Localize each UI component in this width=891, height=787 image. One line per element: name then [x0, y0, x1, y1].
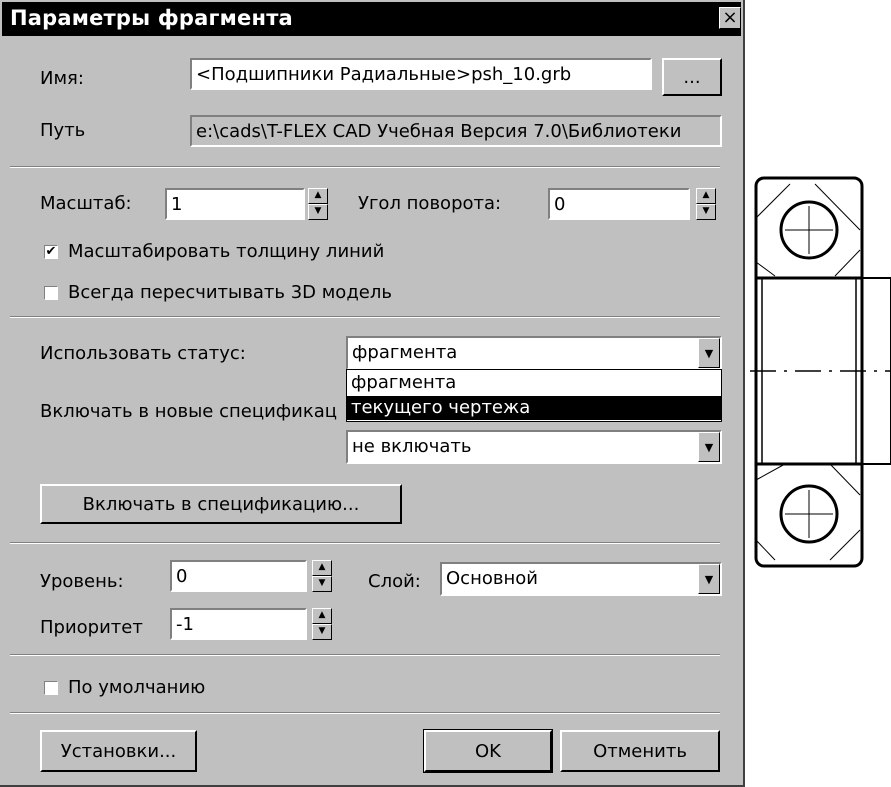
- spin-down-icon[interactable]: ▼: [312, 624, 332, 640]
- cancel-label: Отменить: [593, 740, 687, 762]
- priority-label: Приоритет: [40, 617, 143, 638]
- spin-down-icon[interactable]: ▼: [696, 204, 716, 220]
- fragment-parameters-dialog: Параметры фрагмента × Имя: <Подшипники Р…: [0, 0, 745, 787]
- status-dropdown-list: фрагмента текущего чертежа: [346, 369, 722, 422]
- dialog-title: Параметры фрагмента: [10, 6, 293, 30]
- bearing-drawing: [750, 176, 891, 568]
- angle-value: 0: [554, 194, 566, 215]
- scale-label: Масштаб:: [40, 193, 132, 214]
- spin-down-icon[interactable]: ▼: [308, 204, 328, 220]
- use-status-combobox[interactable]: фрагмента ▼: [346, 336, 722, 370]
- recalc-3d-checkbox[interactable]: [44, 286, 58, 300]
- scale-lines-checkbox[interactable]: ✔: [44, 245, 58, 259]
- angle-label: Угол поворота:: [358, 193, 502, 214]
- recalc-3d-label[interactable]: Всегда пересчитывать 3D модель: [68, 282, 392, 303]
- separator-2: [10, 316, 720, 318]
- scale-spinner[interactable]: ▲ ▼: [308, 188, 328, 220]
- priority-spinner[interactable]: ▲ ▼: [312, 608, 332, 640]
- chevron-down-icon[interactable]: ▼: [698, 564, 720, 594]
- spin-up-icon[interactable]: ▲: [696, 188, 716, 204]
- separator-5: [10, 712, 720, 714]
- spin-up-icon[interactable]: ▲: [308, 188, 328, 204]
- close-button[interactable]: ×: [719, 7, 741, 29]
- settings-label: Установки...: [60, 740, 177, 762]
- layer-value: Основной: [446, 568, 538, 589]
- spin-down-icon[interactable]: ▼: [312, 576, 332, 592]
- separator-4: [10, 654, 720, 656]
- use-status-label: Использовать статус:: [40, 343, 246, 364]
- dropdown-option-current-drawing[interactable]: текущего чертежа: [347, 396, 721, 420]
- layer-combobox[interactable]: Основной ▼: [440, 562, 722, 596]
- default-label[interactable]: По умолчанию: [68, 677, 205, 698]
- ok-label: OK: [475, 740, 501, 762]
- separator-3: [10, 542, 720, 544]
- include-new-spec-label: Включать в новые спецификац: [40, 401, 338, 422]
- priority-field[interactable]: -1: [170, 608, 307, 640]
- settings-button[interactable]: Установки...: [40, 730, 197, 772]
- spec-combo-value: не включать: [352, 436, 472, 457]
- path-value: e:\cads\T-FLEX CAD Учебная Версия 7.0\Би…: [196, 121, 682, 142]
- path-field: e:\cads\T-FLEX CAD Учебная Версия 7.0\Би…: [190, 115, 722, 147]
- close-icon: ×: [722, 7, 738, 28]
- angle-field[interactable]: 0: [548, 188, 690, 220]
- chevron-down-icon[interactable]: ▼: [698, 432, 720, 462]
- checkmark-icon: ✔: [45, 244, 57, 259]
- cancel-button[interactable]: Отменить: [560, 730, 720, 772]
- ok-button[interactable]: OK: [423, 729, 553, 773]
- level-field[interactable]: 0: [170, 560, 307, 592]
- scale-value: 1: [171, 194, 183, 215]
- name-value: <Подшипники Радиальные>psh_10.grb: [196, 64, 572, 85]
- name-field[interactable]: <Подшипники Радиальные>psh_10.grb: [190, 58, 652, 90]
- spin-up-icon[interactable]: ▲: [312, 608, 332, 624]
- browse-label: ...: [683, 66, 701, 88]
- separator-1: [10, 166, 720, 168]
- browse-button[interactable]: ...: [662, 58, 722, 96]
- chevron-down-icon[interactable]: ▼: [698, 338, 720, 368]
- name-label: Имя:: [40, 68, 84, 89]
- level-label: Уровень:: [40, 571, 124, 592]
- dropdown-option-fragment[interactable]: фрагмента: [347, 371, 721, 395]
- level-value: 0: [176, 566, 188, 587]
- include-spec-label: Включать в спецификацию...: [82, 493, 360, 515]
- layer-label: Слой:: [368, 571, 421, 592]
- spin-up-icon[interactable]: ▲: [312, 560, 332, 576]
- scale-field[interactable]: 1: [165, 188, 305, 220]
- priority-value: -1: [176, 614, 194, 635]
- spec-combobox[interactable]: не включать ▼: [346, 430, 722, 464]
- use-status-value: фрагмента: [352, 342, 458, 363]
- scale-lines-label[interactable]: Масштабировать толщину линий: [68, 241, 384, 262]
- default-checkbox[interactable]: [44, 681, 58, 695]
- angle-spinner[interactable]: ▲ ▼: [696, 188, 716, 220]
- path-label: Путь: [40, 120, 86, 141]
- title-bar[interactable]: Параметры фрагмента ×: [2, 2, 741, 36]
- level-spinner[interactable]: ▲ ▼: [312, 560, 332, 592]
- include-spec-button[interactable]: Включать в спецификацию...: [40, 484, 402, 524]
